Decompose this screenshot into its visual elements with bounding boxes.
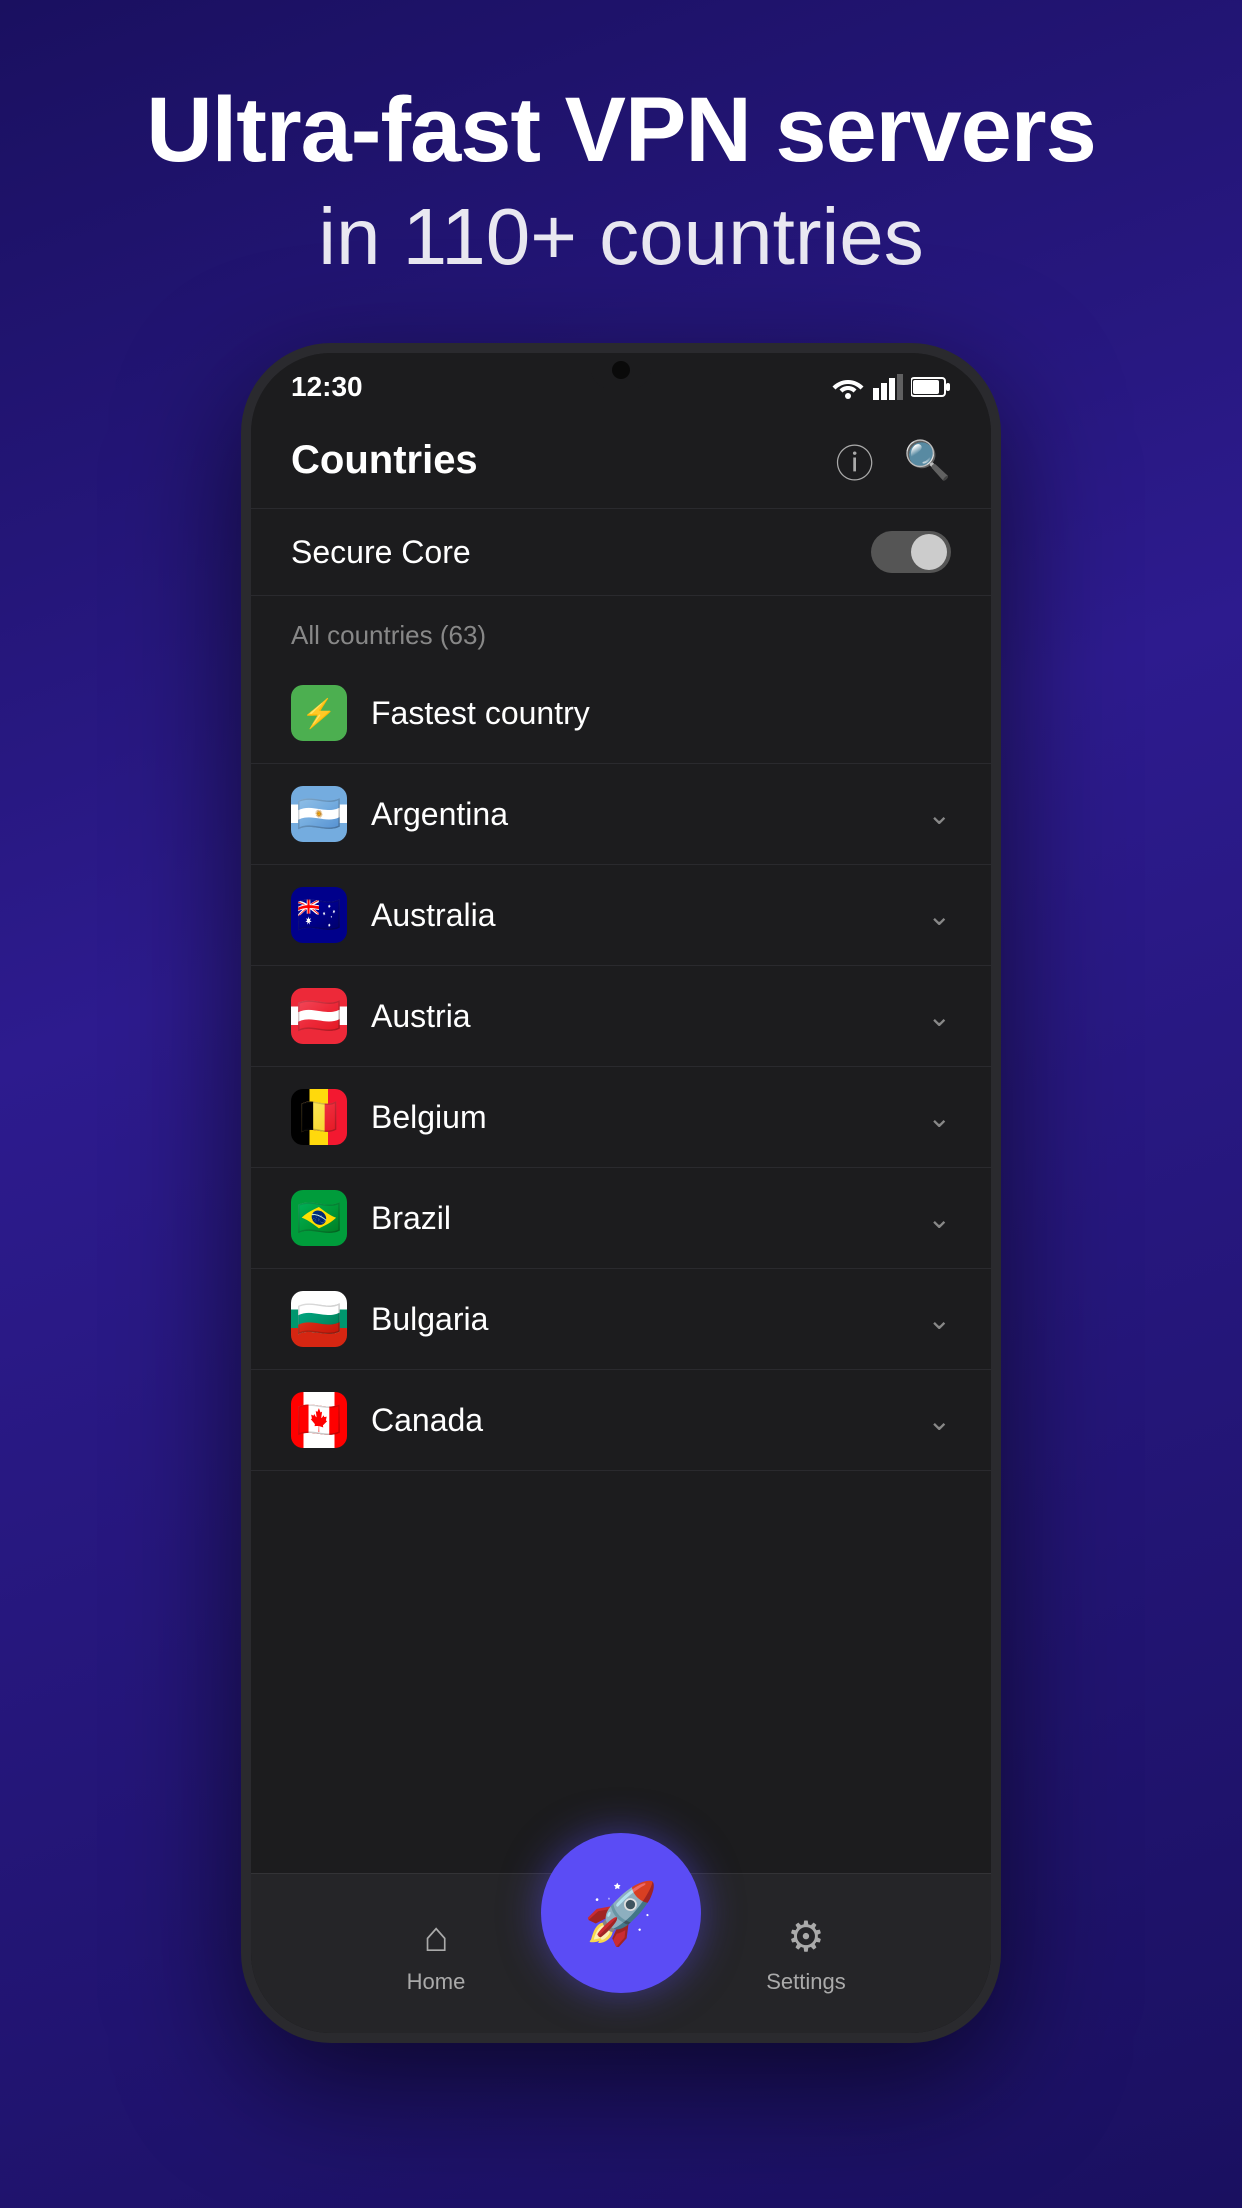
nav-connect-button[interactable]: 🚀 (541, 1833, 701, 1993)
flag-austria: 🇦🇹 (291, 988, 347, 1044)
secure-core-toggle[interactable] (871, 531, 951, 573)
fastest-icon: ⚡ (291, 685, 347, 741)
secure-core-label: Secure Core (291, 534, 471, 571)
promo-header: Ultra-fast VPN servers in 110+ countries (66, 80, 1176, 283)
flag-canada: 🇨🇦 (291, 1392, 347, 1448)
toggle-knob (911, 534, 947, 570)
promo-title-line1: Ultra-fast VPN servers (146, 80, 1096, 181)
settings-icon: ⚙ (787, 1912, 825, 1961)
status-time: 12:30 (291, 371, 363, 403)
header-actions: ⓘ 🔍 (836, 433, 951, 488)
chevron-australia: ⌄ (928, 899, 951, 932)
notch (591, 353, 651, 389)
country-name-austria: Austria (371, 998, 928, 1035)
fastest-country-row[interactable]: ⚡ Fastest country (251, 663, 991, 764)
country-row-canada[interactable]: 🇨🇦 Canada ⌄ (251, 1370, 991, 1471)
country-row-brazil[interactable]: 🇧🇷 Brazil ⌄ (251, 1168, 991, 1269)
country-list: ⚡ Fastest country 🇦🇷 Argentina ⌄ 🇦🇺 (251, 663, 991, 2033)
nav-settings[interactable]: ⚙ Settings (726, 1912, 886, 1995)
country-name-brazil: Brazil (371, 1200, 928, 1237)
camera (612, 361, 630, 379)
chevron-argentina: ⌄ (928, 798, 951, 831)
country-row-bulgaria[interactable]: 🇧🇬 Bulgaria ⌄ (251, 1269, 991, 1370)
chevron-brazil: ⌄ (928, 1202, 951, 1235)
secure-core-row: Secure Core (251, 508, 991, 596)
country-name-belgium: Belgium (371, 1099, 928, 1136)
flag-brazil: 🇧🇷 (291, 1190, 347, 1246)
home-icon: ⌂ (423, 1913, 448, 1961)
country-row-australia[interactable]: 🇦🇺 Australia ⌄ (251, 865, 991, 966)
country-name-australia: Australia (371, 897, 928, 934)
wifi-icon (831, 374, 865, 400)
country-row-argentina[interactable]: 🇦🇷 Argentina ⌄ (251, 764, 991, 865)
info-icon[interactable]: ⓘ (836, 433, 874, 488)
home-label: Home (407, 1969, 466, 1995)
search-icon[interactable]: 🔍 (904, 439, 951, 483)
country-name-argentina: Argentina (371, 796, 928, 833)
chevron-belgium: ⌄ (928, 1101, 951, 1134)
rocket-icon: 🚀 (584, 1878, 659, 1949)
promo-title-line2: in 110+ countries (146, 191, 1096, 283)
flag-bulgaria: 🇧🇬 (291, 1291, 347, 1347)
fastest-label: Fastest country (371, 695, 590, 732)
phone-mockup: 12:30 (241, 343, 1001, 2208)
country-name-bulgaria: Bulgaria (371, 1301, 928, 1338)
bottom-nav: ⌂ Home 🚀 ⚙ Settings (251, 1873, 991, 2033)
app-header: Countries ⓘ 🔍 (251, 413, 991, 508)
chevron-canada: ⌄ (928, 1404, 951, 1437)
flag-belgium: 🇧🇪 (291, 1089, 347, 1145)
phone-screen: 12:30 (241, 343, 1001, 2043)
chevron-bulgaria: ⌄ (928, 1303, 951, 1336)
signal-icon (873, 374, 903, 400)
status-icons (831, 374, 951, 400)
country-name-canada: Canada (371, 1402, 928, 1439)
flag-argentina: 🇦🇷 (291, 786, 347, 842)
chevron-austria: ⌄ (928, 1000, 951, 1033)
country-row-austria[interactable]: 🇦🇹 Austria ⌄ (251, 966, 991, 1067)
battery-icon (911, 376, 951, 398)
app-content: Countries ⓘ 🔍 Secure Core All countries … (251, 413, 991, 2033)
nav-home[interactable]: ⌂ Home (356, 1913, 516, 1995)
section-label: All countries (63) (251, 596, 991, 663)
app-title: Countries (291, 438, 478, 483)
country-row-belgium[interactable]: 🇧🇪 Belgium ⌄ (251, 1067, 991, 1168)
settings-label: Settings (766, 1969, 846, 1995)
flag-australia: 🇦🇺 (291, 887, 347, 943)
